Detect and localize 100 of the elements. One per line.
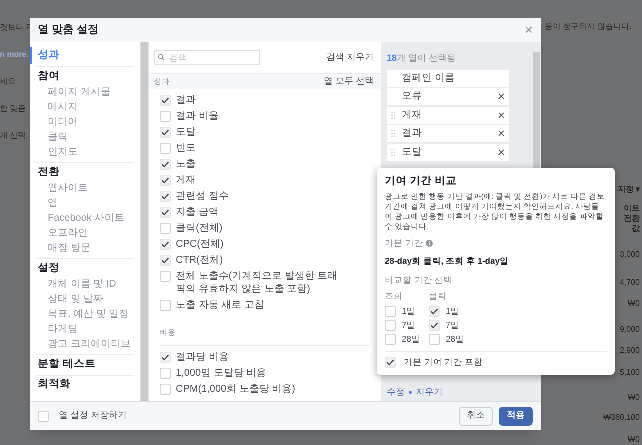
table-cell: ₩0 <box>628 393 640 403</box>
checkbox[interactable] <box>385 306 396 318</box>
selected-column-item[interactable]: 오류 <box>387 88 509 105</box>
column-name: 오류 <box>402 90 423 104</box>
remove-icon[interactable] <box>498 112 505 118</box>
table-cell: 4,700 <box>620 278 640 288</box>
checkbox-label[interactable]: 결과 비율 <box>176 110 346 122</box>
cancel-button[interactable]: 취소 <box>459 406 493 426</box>
default-period-value: 28-day회 클릭, 조회 후 1-day일 <box>385 254 510 268</box>
checkbox-label[interactable]: 결과당 비용 <box>176 350 346 364</box>
nav-item[interactable]: 전환 <box>30 164 134 181</box>
checkbox-label[interactable]: 전체 노출수(기계적으로 발생한 트래픽의 유효하지 않은 노출 포함) <box>176 270 346 296</box>
nav-item[interactable]: 참여 <box>30 68 134 85</box>
checkbox[interactable] <box>38 410 49 422</box>
table-cell: ₩0 <box>628 299 640 309</box>
column-name: 결과 <box>402 127 423 141</box>
search-field[interactable]: 검색 <box>154 50 260 65</box>
nav-item[interactable]: 분할 테스트 <box>30 356 134 373</box>
option-group-title: 조회 <box>385 290 404 303</box>
checkbox[interactable] <box>385 320 396 332</box>
checkbox-label[interactable]: 도달 <box>176 126 346 138</box>
checkbox[interactable] <box>160 174 171 186</box>
checkbox-label[interactable]: 1일 <box>402 305 416 318</box>
checkbox-label[interactable]: 28일 <box>402 333 420 346</box>
nav-item[interactable]: 성과 <box>30 47 134 64</box>
checkbox-label[interactable]: 지출 금액 <box>176 206 346 218</box>
apply-button[interactable]: 적용 <box>499 406 533 426</box>
column-header: 이트 전환 값 <box>623 204 640 234</box>
checkbox[interactable] <box>160 126 171 138</box>
checkbox[interactable] <box>429 320 440 332</box>
column-name: 도달 <box>402 146 423 160</box>
popover-title: 기여 기간 비교 <box>385 174 458 189</box>
selected-column-item[interactable]: 결과 <box>387 125 509 142</box>
checkbox-label[interactable]: 1,000명 도달당 비용 <box>176 366 346 380</box>
background-text: 개 선택 <box>0 131 28 141</box>
table-cell: 5,100 <box>620 368 640 378</box>
checkbox-label[interactable]: 1일 <box>446 305 460 318</box>
checkbox-label[interactable]: 28일 <box>446 333 464 346</box>
checkbox-label[interactable]: 관련성 점수 <box>176 190 346 202</box>
selected-column-item[interactable]: 게재 <box>387 106 509 124</box>
checkbox-label[interactable]: 기본 기여 기간 포함 <box>404 356 484 368</box>
checkbox-label[interactable]: 열 설정 저장하기 <box>59 409 128 423</box>
background-notice: 용이 청구되지 않습니다. <box>544 22 632 32</box>
table-cell: 2,900 <box>620 346 640 356</box>
table-cell: ₩360,100 <box>604 413 640 423</box>
checkbox[interactable] <box>385 334 396 346</box>
checkbox[interactable] <box>429 306 440 318</box>
background-text: 세요 <box>0 77 17 87</box>
select-all-link[interactable]: 열 모두 선택 <box>324 74 376 88</box>
table-cell: 3,000 <box>620 250 640 260</box>
background-text: n more. <box>0 50 30 60</box>
checkbox[interactable] <box>160 270 171 282</box>
checkbox[interactable] <box>385 356 396 368</box>
checkbox[interactable] <box>160 238 171 250</box>
search-icon <box>158 54 165 61</box>
checkbox-label[interactable]: 노출 자동 새로 고침 <box>176 298 346 312</box>
checkbox-label[interactable]: 7일 <box>402 319 416 332</box>
checkbox[interactable] <box>160 110 171 122</box>
remove-icon[interactable] <box>498 93 505 100</box>
checkbox[interactable] <box>160 190 171 202</box>
column-name: 게재 <box>402 108 423 122</box>
checkbox[interactable] <box>160 222 171 234</box>
selected-column-item[interactable]: 도달 <box>387 144 509 160</box>
checkbox[interactable] <box>160 158 171 170</box>
checkbox-label[interactable]: 게재 <box>176 174 346 186</box>
checkbox-label[interactable]: CTR(전체) <box>176 254 346 266</box>
checkbox-label[interactable]: 빈도 <box>176 142 346 154</box>
selected-column-item[interactable]: 캠페인 이름 <box>387 70 509 86</box>
selected-count: 18개 열이 선택됨 <box>387 52 458 65</box>
scrollbar[interactable] <box>140 42 149 401</box>
checkbox[interactable] <box>160 300 171 310</box>
checkbox-label[interactable]: CPC(전체) <box>176 238 346 250</box>
checkbox[interactable] <box>160 94 171 106</box>
checkbox[interactable] <box>160 206 171 218</box>
nav-item[interactable]: 설정 <box>30 260 134 277</box>
nav-item[interactable]: 최적화 <box>30 376 134 393</box>
info-icon <box>426 240 434 247</box>
link[interactable]: 수정 <box>387 386 405 399</box>
background-text: 한 맞춤 <box>0 104 28 114</box>
remove-icon[interactable] <box>498 148 505 156</box>
link[interactable]: 지우기 <box>416 386 443 399</box>
checkbox-label[interactable]: 결과 <box>176 94 346 106</box>
clear-search-link[interactable]: 검색 지우기 <box>326 50 376 64</box>
checkbox-label[interactable]: CPM(1,000회 노출당 비용) <box>176 382 346 396</box>
remove-icon[interactable] <box>498 130 505 137</box>
checkbox[interactable] <box>160 384 171 394</box>
checkbox[interactable] <box>429 334 440 346</box>
checkbox[interactable] <box>160 368 171 378</box>
checkbox-label[interactable]: 7일 <box>446 319 460 332</box>
checkbox[interactable] <box>160 254 171 266</box>
compare-period-label: 비교할 기간 선택 <box>385 274 454 287</box>
dialog-title: 열 맞춤 설정 <box>38 22 100 38</box>
table-cell: 9,000 <box>620 325 640 335</box>
checkbox-label[interactable]: 노출 <box>176 158 346 170</box>
close-icon[interactable] <box>525 26 533 34</box>
checkbox[interactable] <box>160 142 171 154</box>
option-group-title: 클릭 <box>429 290 448 303</box>
checkbox-label[interactable]: 클릭(전체) <box>176 222 346 234</box>
checkbox[interactable] <box>160 352 171 362</box>
column-name: 캠페인 이름 <box>402 72 456 86</box>
